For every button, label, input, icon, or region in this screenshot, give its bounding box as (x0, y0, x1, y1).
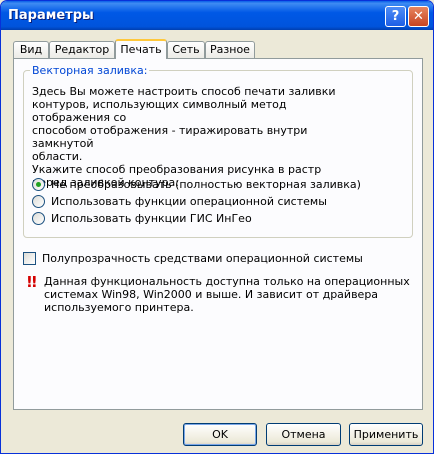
tab-misc[interactable]: Разное (205, 41, 255, 58)
apply-button[interactable]: Применить (349, 423, 423, 446)
print-tab-panel: Векторная заливка: Здесь Вы можете настр… (13, 58, 423, 410)
transparency-label[interactable]: Полупрозрачность средствами операционной… (42, 252, 363, 265)
radio-button[interactable] (32, 195, 45, 208)
radio-label[interactable]: Не преобразовывать (полностью векторная … (51, 178, 361, 191)
radio-label[interactable]: Использовать функции ГИС ИнГео (51, 212, 252, 225)
tab-network[interactable]: Сеть (167, 41, 205, 58)
transparency-checkbox[interactable] (23, 252, 36, 265)
radio-button-selected[interactable] (32, 178, 45, 191)
warning-text: Данная функциональность доступна только … (44, 275, 410, 314)
window-title: Параметры (8, 8, 94, 23)
tab-editor[interactable]: Редактор (49, 41, 115, 58)
title-bar[interactable]: Параметры ? ✕ (1, 1, 433, 30)
vector-fill-title: Векторная заливка: (30, 64, 150, 77)
close-button[interactable]: ✕ (408, 6, 429, 27)
tab-print[interactable]: Печать (115, 39, 167, 59)
settings-dialog: Параметры ? ✕ Вид Редактор Печать Сеть Р… (0, 0, 434, 454)
exclamation-icon: !! (26, 273, 38, 291)
tab-view[interactable]: Вид (13, 41, 49, 58)
radio-button[interactable] (32, 212, 45, 225)
radio-label[interactable]: Использовать функции операционной систем… (51, 195, 327, 208)
help-button[interactable]: ? (385, 6, 406, 27)
vector-fill-description: Здесь Вы можете настроить способ печати … (32, 85, 336, 189)
radio-dot-icon (36, 182, 41, 187)
ok-button[interactable]: OK (183, 423, 257, 446)
vector-fill-group: Векторная заливка: Здесь Вы можете настр… (23, 64, 413, 238)
cancel-button[interactable]: Отмена (266, 423, 341, 446)
